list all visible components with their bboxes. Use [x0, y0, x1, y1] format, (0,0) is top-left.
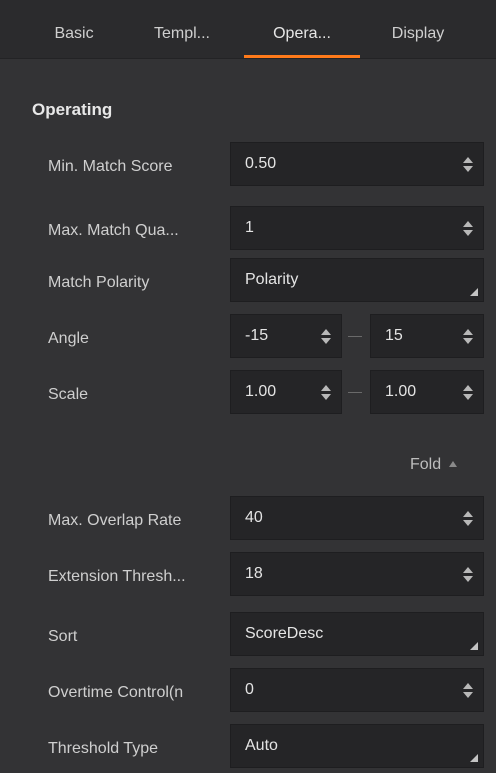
spin-arrows-icon[interactable] — [463, 384, 473, 402]
tab-template-label: Templ... — [153, 25, 210, 42]
spin-arrows-icon[interactable] — [321, 328, 331, 346]
spin-arrows-icon[interactable] — [463, 510, 473, 528]
spin-arrows-icon[interactable] — [321, 384, 331, 402]
tab-display[interactable]: Display — [382, 24, 454, 58]
overtime-control-value: 0 — [245, 681, 254, 698]
sort-label: Sort — [48, 628, 78, 645]
tab-bar: Basic Templ... Opera... Display — [0, 0, 496, 59]
angle-label: Angle — [48, 330, 89, 347]
section-title: Operating — [32, 100, 113, 119]
threshold-type-value: Auto — [245, 737, 278, 754]
dropdown-corner-icon — [470, 288, 478, 296]
scale-to-spinbox[interactable]: 1.00 — [370, 370, 484, 414]
fold-label: Fold — [410, 456, 442, 473]
min-match-score-label: Min. Match Score — [48, 158, 173, 175]
extension-threshold-value: 18 — [245, 565, 263, 582]
match-polarity-select[interactable]: Polarity — [230, 258, 484, 302]
max-match-quantity-value: 1 — [245, 219, 254, 236]
angle-from-value: -15 — [245, 327, 269, 344]
spin-arrows-icon[interactable] — [463, 156, 473, 174]
match-polarity-value: Polarity — [245, 271, 299, 288]
scale-from-value: 1.00 — [245, 383, 277, 400]
tab-basic[interactable]: Basic — [48, 24, 100, 58]
min-match-score-spinbox[interactable]: 0.50 — [230, 142, 484, 186]
caret-up-icon — [449, 461, 458, 467]
overtime-control-label: Overtime Control(n — [48, 684, 184, 701]
angle-to-value: 15 — [385, 327, 403, 344]
sort-value: ScoreDesc — [245, 625, 324, 642]
active-tab-indicator — [244, 55, 360, 58]
dropdown-corner-icon — [470, 754, 478, 762]
threshold-type-select[interactable]: Auto — [230, 724, 484, 768]
spin-arrows-icon[interactable] — [463, 682, 473, 700]
tab-operating-label: Opera... — [273, 25, 331, 42]
spin-arrows-icon[interactable] — [463, 220, 473, 238]
extension-threshold-spinbox[interactable]: 18 — [230, 552, 484, 596]
angle-from-spinbox[interactable]: -15 — [230, 314, 342, 358]
max-overlap-rate-value: 40 — [245, 509, 263, 526]
spin-arrows-icon[interactable] — [463, 328, 473, 346]
overtime-control-spinbox[interactable]: 0 — [230, 668, 484, 712]
min-match-score-value: 0.50 — [245, 155, 277, 172]
threshold-type-label: Threshold Type — [48, 740, 158, 757]
max-overlap-rate-label: Max. Overlap Rate — [48, 512, 182, 529]
max-match-quantity-spinbox[interactable]: 1 — [230, 206, 484, 250]
match-polarity-label: Match Polarity — [48, 274, 150, 291]
scale-to-value: 1.00 — [385, 383, 417, 400]
range-separator — [348, 392, 362, 393]
scale-label: Scale — [48, 386, 89, 403]
tab-template[interactable]: Templ... — [144, 24, 220, 58]
dropdown-corner-icon — [470, 642, 478, 650]
scale-from-spinbox[interactable]: 1.00 — [230, 370, 342, 414]
sort-select[interactable]: ScoreDesc — [230, 612, 484, 656]
extension-threshold-label: Extension Thresh... — [48, 568, 186, 585]
fold-toggle[interactable]: Fold — [410, 456, 458, 474]
tab-basic-label: Basic — [54, 25, 94, 42]
angle-to-spinbox[interactable]: 15 — [370, 314, 484, 358]
tab-display-label: Display — [391, 25, 445, 42]
max-match-quantity-label: Max. Match Qua... — [48, 222, 179, 239]
tab-operating[interactable]: Opera... — [244, 24, 360, 58]
spin-arrows-icon[interactable] — [463, 566, 473, 584]
max-overlap-rate-spinbox[interactable]: 40 — [230, 496, 484, 540]
range-separator — [348, 336, 362, 337]
